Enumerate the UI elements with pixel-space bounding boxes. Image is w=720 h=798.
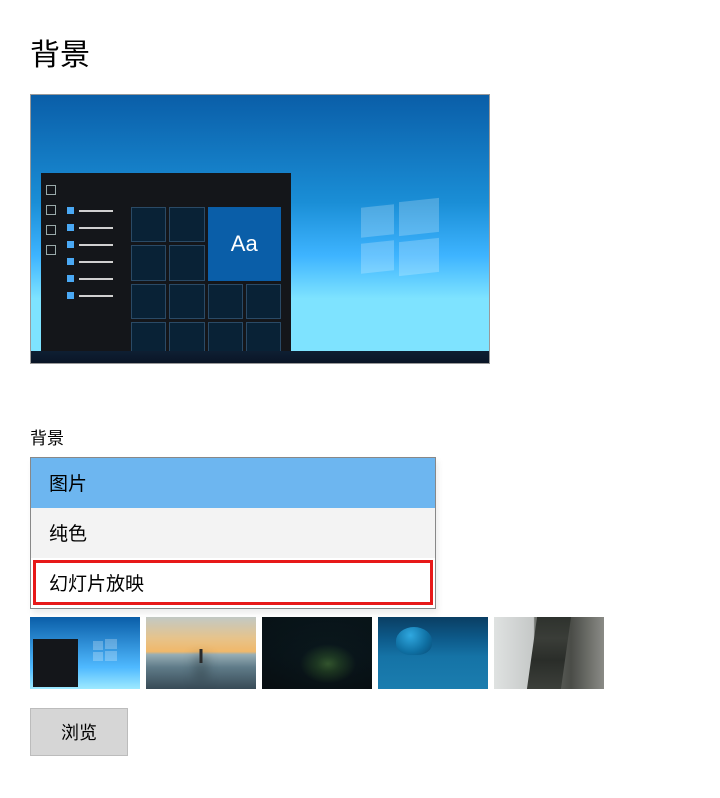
thumbnail-night-camp[interactable] bbox=[262, 617, 372, 689]
background-type-dropdown[interactable]: 图片 纯色 幻灯片放映 bbox=[30, 457, 436, 609]
dropdown-option-solidcolor[interactable]: 纯色 bbox=[31, 508, 435, 558]
windows-logo-icon bbox=[361, 200, 439, 274]
browse-button[interactable]: 浏览 bbox=[30, 708, 128, 756]
background-label: 背景 bbox=[30, 424, 690, 449]
page-title: 背景 bbox=[30, 30, 690, 74]
thumbnail-underwater[interactable] bbox=[378, 617, 488, 689]
preview-start-panel: Aa bbox=[41, 173, 291, 363]
preview-sample-tile: Aa bbox=[208, 207, 282, 281]
dropdown-option-slideshow[interactable]: 幻灯片放映 bbox=[31, 558, 435, 608]
dropdown-option-picture[interactable]: 图片 bbox=[31, 458, 435, 508]
background-preview: Aa bbox=[30, 94, 490, 364]
background-thumbnails bbox=[30, 617, 690, 692]
thumbnail-cliff[interactable] bbox=[494, 617, 604, 689]
thumbnail-beach-sunset[interactable] bbox=[146, 617, 256, 689]
thumbnail-windows-default[interactable] bbox=[30, 617, 140, 689]
